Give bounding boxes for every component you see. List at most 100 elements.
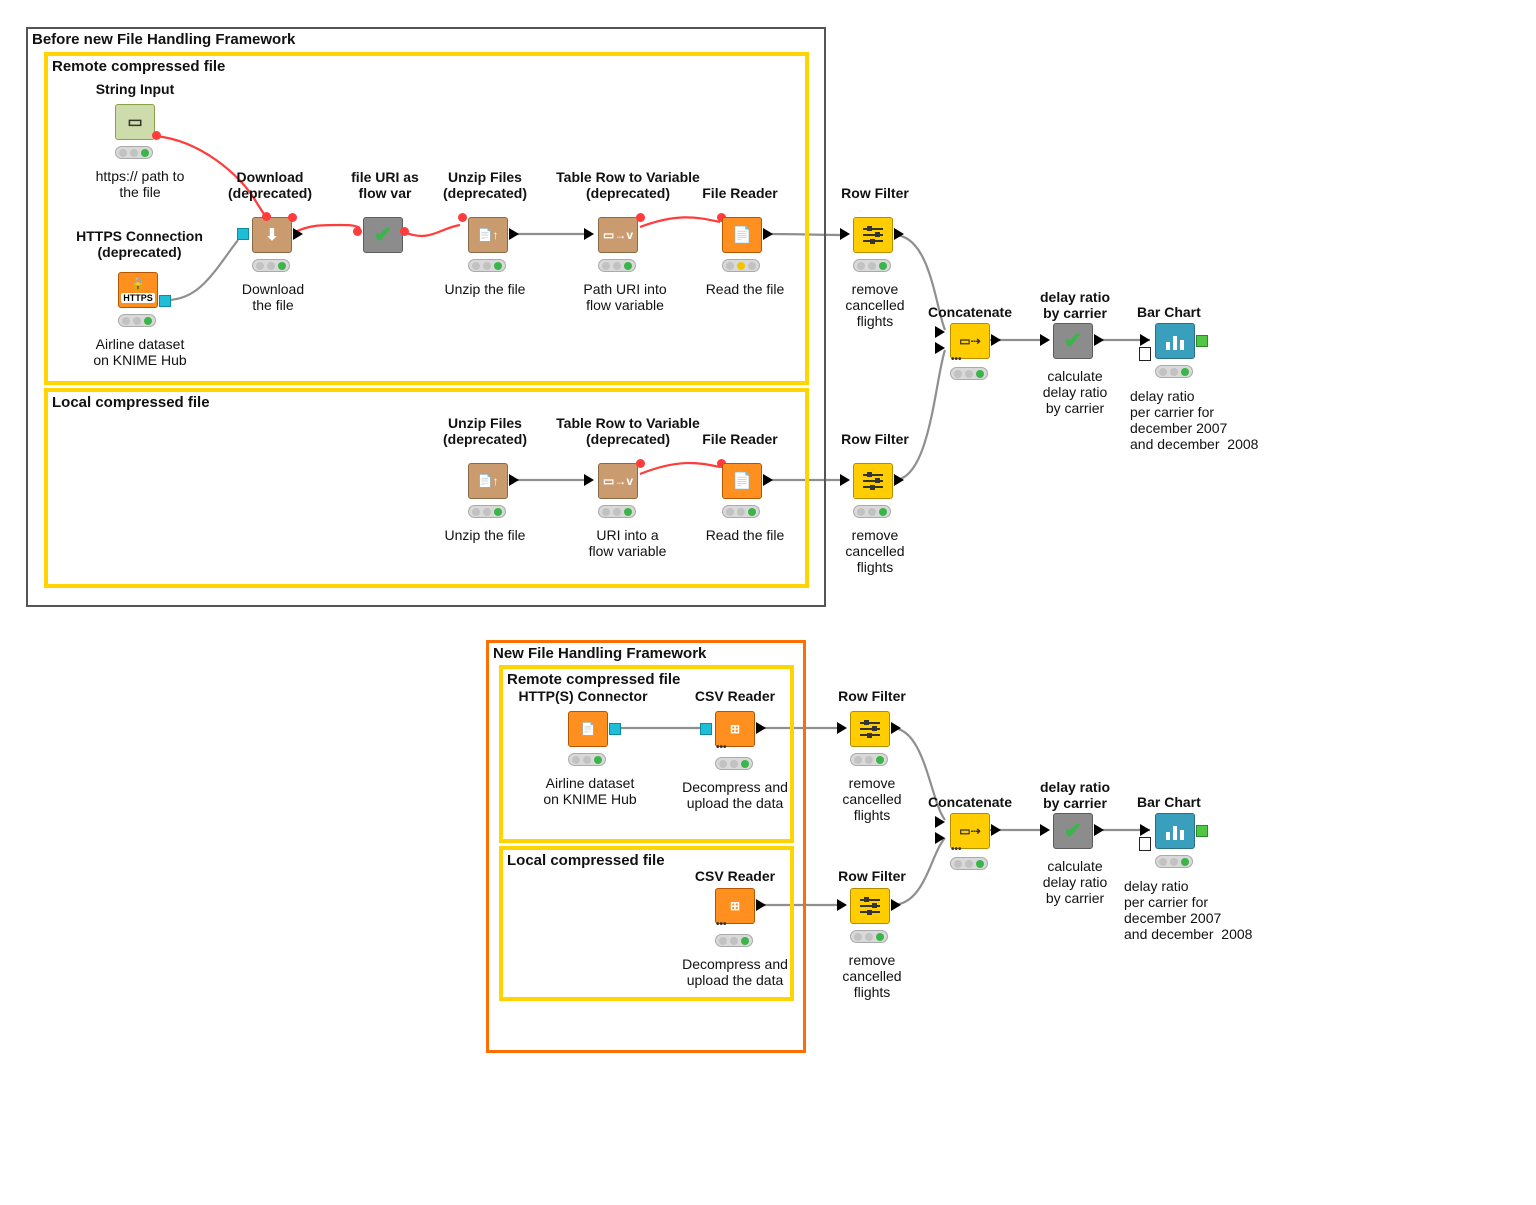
file-reader-node[interactable]: 📄 <box>722 463 762 499</box>
table-port-out <box>891 899 901 911</box>
table-port-out <box>1094 824 1104 836</box>
table-port-in <box>1140 824 1150 836</box>
node-title: HTTP(S) Connector <box>513 688 653 704</box>
frame-before-title: Before new File Handling Framework <box>32 31 295 48</box>
fs-port <box>609 723 621 735</box>
node-title: Row Filter <box>825 185 925 201</box>
delay-ratio-metanode[interactable]: ✔ <box>1053 323 1093 359</box>
fs-port <box>159 295 171 307</box>
node-desc: remove cancelled flights <box>825 527 925 575</box>
node-desc: remove cancelled flights <box>822 952 922 1000</box>
file-reader-node[interactable]: 📄 <box>722 217 762 253</box>
node-title: Concatenate <box>915 304 1025 320</box>
flow-var-port-out <box>636 459 645 468</box>
https-connector-node[interactable]: 📄 <box>568 711 608 747</box>
table-port-out <box>509 228 519 240</box>
table-port-out <box>756 722 766 734</box>
node-desc: remove cancelled flights <box>825 281 925 329</box>
node-title: Row Filter <box>825 431 925 447</box>
unzip-node[interactable]: 📄↑ <box>468 463 508 499</box>
image-port-out <box>1196 825 1208 837</box>
node-title: File Reader <box>690 431 790 447</box>
frame-before-local-title: Local compressed file <box>52 394 210 411</box>
delay-ratio-metanode[interactable]: ✔ <box>1053 813 1093 849</box>
table-port-in <box>584 474 594 486</box>
node-desc: Read the file <box>690 527 800 543</box>
row-filter-node[interactable] <box>850 888 890 924</box>
node-title: Bar Chart <box>1137 304 1201 320</box>
node-title: CSV Reader <box>680 868 790 884</box>
table-port-in1 <box>935 326 945 338</box>
traffic-light <box>115 146 153 159</box>
node-desc: Download the file <box>218 281 328 313</box>
traffic-light <box>715 757 753 770</box>
table-port-out <box>756 899 766 911</box>
flow-var-port-out <box>636 213 645 222</box>
traffic-light <box>252 259 290 272</box>
frame-after-title: New File Handling Framework <box>493 645 706 662</box>
traffic-light <box>468 259 506 272</box>
traffic-light <box>1155 855 1193 868</box>
https-connection-node[interactable]: 🔒HTTPS <box>118 272 158 308</box>
node-desc: Decompress and upload the data <box>665 779 805 811</box>
flow-in <box>1140 348 1150 360</box>
traffic-light <box>950 857 988 870</box>
node-desc: Read the file <box>690 281 800 297</box>
fs-port-in <box>700 723 712 735</box>
table-port-in2 <box>935 342 945 354</box>
frame-after-remote-title: Remote compressed file <box>507 671 680 688</box>
table-port-out <box>991 824 1001 836</box>
table-port-out <box>763 228 773 240</box>
row-filter-node[interactable] <box>853 463 893 499</box>
node-desc: Unzip the file <box>430 281 540 297</box>
table-port-in2 <box>935 832 945 844</box>
traffic-light <box>722 259 760 272</box>
traffic-light <box>1155 365 1193 378</box>
table-port-in <box>584 228 594 240</box>
node-title: Download (deprecated) <box>220 169 320 201</box>
bar-chart-node[interactable] <box>1155 813 1195 849</box>
table-port-in <box>1140 334 1150 346</box>
node-desc: https:// path to the file <box>80 168 200 200</box>
row-filter-node[interactable] <box>850 711 890 747</box>
traffic-light <box>722 505 760 518</box>
node-desc: calculate delay ratio by carrier <box>1020 368 1130 416</box>
workflow-canvas[interactable]: Before new File Handling Framework Remot… <box>0 0 1536 1205</box>
node-title: CSV Reader <box>680 688 790 704</box>
table-port-out <box>293 228 303 240</box>
download-node[interactable]: ⬇ <box>252 217 292 253</box>
node-desc: calculate delay ratio by carrier <box>1020 858 1130 906</box>
table-port-in1 <box>935 816 945 828</box>
table-port-out <box>891 722 901 734</box>
row-filter-node[interactable] <box>853 217 893 253</box>
file-uri-metanode[interactable]: ✔ <box>363 217 403 253</box>
node-desc: Airline dataset on KNIME Hub <box>75 336 205 368</box>
traffic-light <box>598 505 636 518</box>
node-desc: delay ratio per carrier for december 200… <box>1130 388 1285 452</box>
node-title: String Input <box>80 81 190 97</box>
table-port-out <box>763 474 773 486</box>
frame-before-remote-title: Remote compressed file <box>52 58 225 75</box>
trv-node[interactable]: ▭→v <box>598 217 638 253</box>
flow-var-port-in <box>458 213 467 222</box>
flow-var-port-in <box>353 227 362 236</box>
traffic-light <box>568 753 606 766</box>
traffic-light <box>853 259 891 272</box>
frame-after-local-title: Local compressed file <box>507 852 665 869</box>
node-title: Table Row to Variable (deprecated) <box>544 169 712 201</box>
node-title: Row Filter <box>822 688 922 704</box>
table-port-in <box>840 228 850 240</box>
node-title: delay ratio by carrier <box>1020 779 1130 811</box>
table-port-in <box>840 474 850 486</box>
string-input-node[interactable]: ▭ <box>115 104 155 140</box>
table-port-out <box>894 474 904 486</box>
node-title: Table Row to Variable (deprecated) <box>544 415 712 447</box>
bar-chart-node[interactable] <box>1155 323 1195 359</box>
flow-var-port <box>152 131 161 140</box>
node-desc: delay ratio per carrier for december 200… <box>1124 878 1284 942</box>
trv-node[interactable]: ▭→v <box>598 463 638 499</box>
unzip-node[interactable]: 📄↑ <box>468 217 508 253</box>
table-port-out <box>1094 334 1104 346</box>
flow-in <box>1140 838 1150 850</box>
table-port-in <box>1040 334 1050 346</box>
